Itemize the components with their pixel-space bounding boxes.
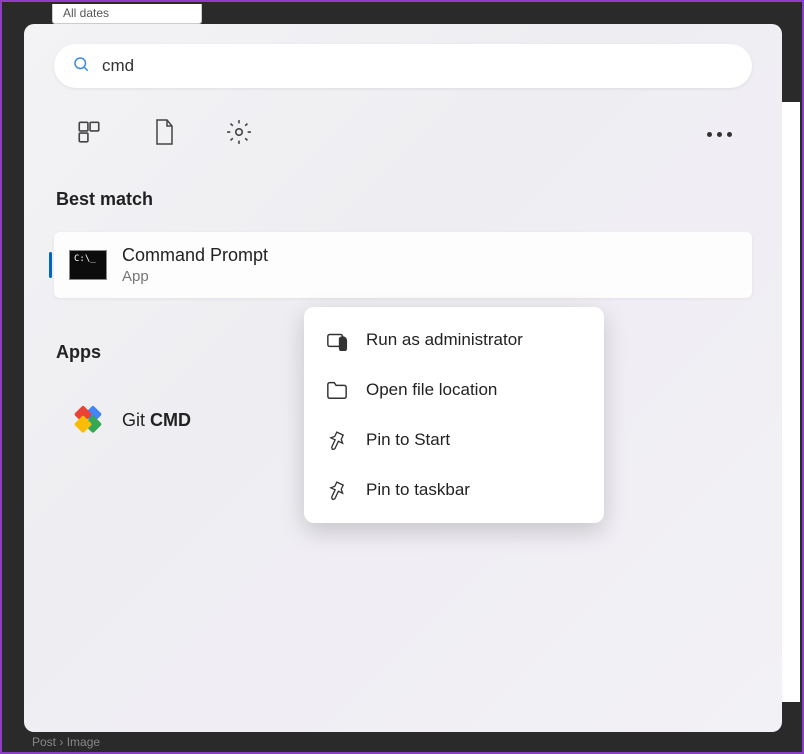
git-cmd-icon (68, 400, 108, 440)
folder-icon (326, 379, 348, 401)
menu-label: Pin to Start (366, 430, 450, 450)
menu-pin-to-taskbar[interactable]: Pin to taskbar (304, 465, 604, 515)
search-bar[interactable] (54, 44, 752, 88)
result-title: Git CMD (122, 410, 191, 431)
menu-open-file-location[interactable]: Open file location (304, 365, 604, 415)
menu-label: Run as administrator (366, 330, 523, 350)
search-input[interactable] (102, 56, 734, 76)
result-text: Command Prompt App (122, 245, 268, 285)
best-match-label: Best match (56, 189, 752, 210)
search-filter-toolbar (54, 118, 752, 151)
menu-label: Open file location (366, 380, 497, 400)
menu-run-as-admin[interactable]: Run as administrator (304, 315, 604, 365)
context-menu: Run as administrator Open file location … (304, 307, 604, 523)
admin-shield-icon (326, 329, 348, 351)
menu-label: Pin to taskbar (366, 480, 470, 500)
date-filter-dropdown[interactable]: All dates (52, 4, 202, 24)
more-options-icon[interactable] (707, 132, 732, 137)
menu-pin-to-start[interactable]: Pin to Start (304, 415, 604, 465)
pin-icon (326, 479, 348, 501)
background-page-fragment (782, 102, 800, 702)
pin-icon (326, 429, 348, 451)
result-subtitle: App (122, 268, 268, 285)
command-prompt-icon: C:\_ (69, 250, 107, 280)
apps-filter-icon[interactable] (76, 119, 102, 150)
documents-filter-icon[interactable] (152, 118, 176, 151)
settings-filter-icon[interactable] (226, 119, 252, 150)
search-icon (72, 55, 90, 78)
result-command-prompt[interactable]: C:\_ Command Prompt App (54, 232, 752, 298)
breadcrumb: Post › Image (32, 735, 100, 749)
selection-indicator (49, 252, 52, 278)
result-title: Command Prompt (122, 245, 268, 266)
